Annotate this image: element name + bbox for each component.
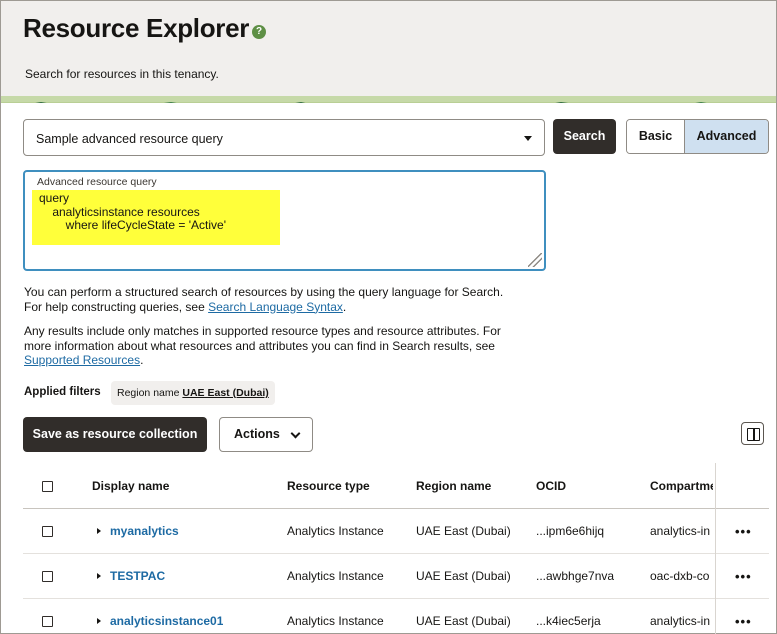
table-header-row: Display name Resource type Region name O… [23,463,769,509]
sticky-column-divider [715,463,716,634]
ocid-cell[interactable]: ...k4iec5erja [536,599,601,634]
sample-query-select[interactable]: Sample advanced resource query [23,119,545,156]
manage-columns-icon[interactable] [741,422,764,445]
help-text: more information about what resources an… [24,338,495,353]
column-header-ocid[interactable]: OCID [536,463,566,508]
compartment-cell: analytics-in [650,524,711,538]
help-text: . [342,299,347,314]
search-button[interactable]: Search [553,119,616,154]
query-mode-toggle: Basic Advanced [626,119,769,154]
save-collection-button[interactable]: Save as resource collection [23,417,207,452]
table-row: analyticsinstance01 Analytics Instance U… [23,599,769,634]
compartment-cell: analytics-in [650,614,711,628]
advanced-query-editor[interactable]: Advanced resource query query analyticsi… [23,170,546,271]
results-table: Display name Resource type Region name O… [23,463,769,634]
supported-resources-link[interactable]: Supported Resources [24,353,140,367]
query-line: analyticsinstance resources [39,204,200,219]
expand-row-icon[interactable] [97,528,101,534]
row-checkbox[interactable] [42,526,53,537]
ocid-cell[interactable]: ...ipm6e6hijq [536,509,604,553]
row-checkbox[interactable] [42,616,53,627]
help-text: . [140,353,144,367]
page-header: Resource Explorer ? Search for resources… [1,1,776,99]
display-name-cell: analyticsinstance01 [97,599,223,634]
page-title: Resource Explorer [23,13,250,43]
region-cell: UAE East (Dubai) [416,524,511,538]
table-row: TESTPAC Analytics Instance UAE East (Dub… [23,554,769,599]
row-checkbox[interactable] [42,571,53,582]
display-name-cell: myanalytics [97,509,179,553]
chevron-down-icon [290,428,301,439]
page-subtitle: Search for resources in this tenancy. [25,67,219,81]
sample-query-value: Sample advanced resource query [36,132,223,146]
ocid-cell[interactable]: ...awbhge7nva [536,554,614,598]
resource-name-link[interactable]: myanalytics [110,524,179,538]
resource-name-link[interactable]: TESTPAC [110,569,165,583]
more-horizontal-icon[interactable]: ••• [735,509,752,553]
resource-type-cell: Analytics Instance [287,524,384,538]
table-row: myanalytics Analytics Instance UAE East … [23,509,769,554]
expand-row-icon[interactable] [97,573,101,579]
compartment-cell: oac-dxb-co [650,569,710,583]
column-header-resource-type[interactable]: Resource type [287,463,370,508]
chevron-down-icon [524,136,532,141]
actions-label: Actions [234,427,280,441]
help-paragraph-supported: Any results include only matches in supp… [24,324,501,368]
resource-type-cell: Analytics Instance [287,614,384,628]
filter-chip-region[interactable]: Region name UAE East (Dubai) [111,381,275,405]
filter-chip-key: Region name [117,387,180,399]
resize-handle[interactable] [528,253,542,267]
help-text-line: For help constructing queries, see Searc… [24,300,503,315]
column-header-compartment[interactable]: Compartme [650,463,713,508]
query-line: query [39,191,70,205]
resource-type-cell: Analytics Instance [287,569,384,583]
help-text-line: Supported Resources. [24,353,501,368]
help-text: Any results include only matches in supp… [24,324,501,338]
applied-filters-label: Applied filters [24,386,101,398]
display-name-cell: TESTPAC [97,554,165,598]
editor-label: Advanced resource query [37,176,157,188]
actions-menu-button[interactable]: Actions [219,417,313,452]
resource-name-link[interactable]: analyticsinstance01 [110,614,223,628]
more-horizontal-icon[interactable]: ••• [735,599,752,634]
query-text[interactable]: query analyticsinstance resources where … [39,191,226,233]
select-all-checkbox[interactable] [42,481,53,492]
banner-pattern [1,102,776,103]
decorative-banner [1,96,776,103]
help-paragraph-syntax: You can perform a structured search of r… [24,285,503,314]
column-header-display-name[interactable]: Display name [92,463,169,508]
expand-row-icon[interactable] [97,618,101,624]
more-horizontal-icon[interactable]: ••• [735,554,752,598]
help-text: For help constructing queries, see [24,299,209,314]
help-text: You can perform a structured search of r… [24,285,504,299]
region-cell: UAE East (Dubai) [416,614,511,628]
filter-chip-value[interactable]: UAE East (Dubai) [182,387,268,399]
column-header-region[interactable]: Region name [416,463,491,508]
region-cell: UAE East (Dubai) [416,569,511,583]
search-syntax-link[interactable]: Search Language Syntax [208,300,343,314]
mode-advanced-button[interactable]: Advanced [685,120,768,153]
help-circle-icon[interactable]: ? [252,25,266,39]
query-line: where lifeCycleState = 'Active' [39,218,226,232]
mode-basic-button[interactable]: Basic [627,120,685,153]
